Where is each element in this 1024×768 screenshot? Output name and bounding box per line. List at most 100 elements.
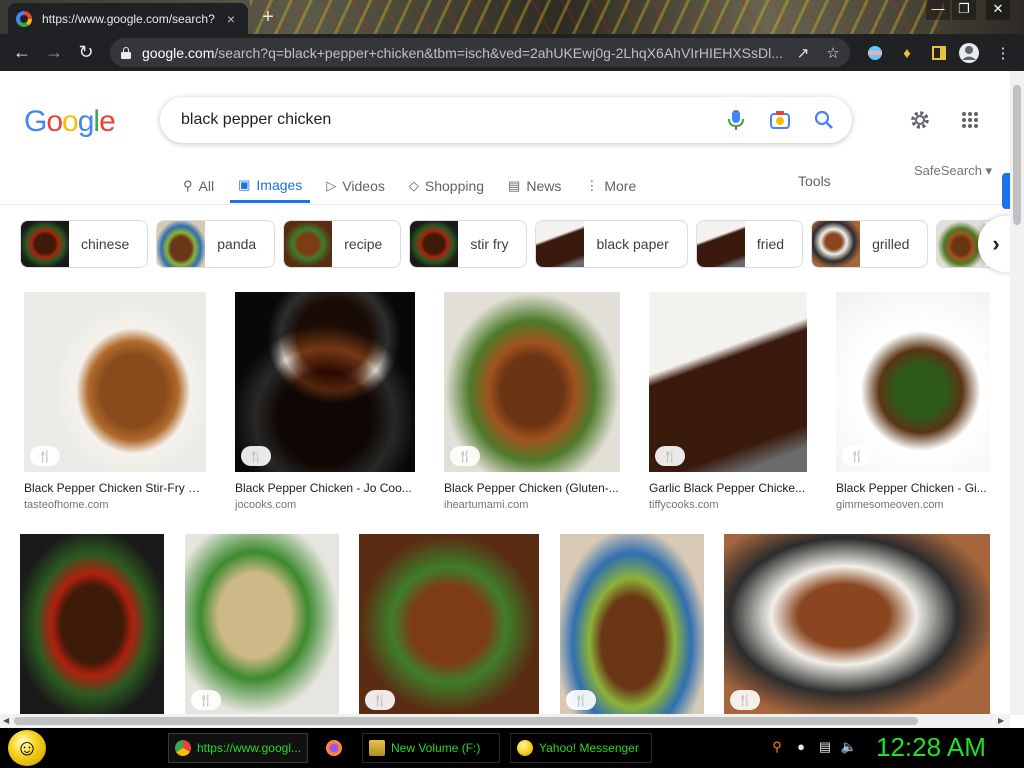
chip-panda[interactable]: panda [156,220,276,268]
result-image[interactable] [649,292,807,472]
search-tray-icon[interactable]: ⚲ [768,739,786,757]
result-image[interactable] [185,534,339,715]
scroll-right-arrow-icon[interactable]: ▶ [998,716,1004,725]
close-window-button[interactable]: ✕ [986,0,1010,20]
taskbar-item-firefox[interactable] [320,733,356,763]
voice-search-mic-icon[interactable] [714,98,758,142]
search-box[interactable]: black pepper chicken [160,97,852,143]
maximize-button[interactable]: ❐ [952,0,976,20]
chip-thumbnail [696,221,745,267]
result-source[interactable]: jocooks.com [235,499,296,511]
tab-more[interactable]: ⋮ More [577,169,644,203]
taskbar-item-yahoo-messenger[interactable]: Yahoo! Messenger [510,733,652,763]
address-bar[interactable]: google.com /search?q=black+pepper+chicke… [110,38,850,67]
image-result[interactable]: 🍴 Garlic Black Pepper Chicke... tiffycoo… [649,292,807,512]
lens-camera-icon[interactable] [758,98,802,142]
sign-in-button-edge[interactable] [1002,173,1010,209]
result-image[interactable] [444,292,620,472]
result-source[interactable]: iheartumami.com [444,499,528,511]
tab-videos[interactable]: ▷ Videos [318,169,393,203]
image-result[interactable] [20,534,164,715]
image-result[interactable]: 🍴 [560,534,704,715]
chip-grilled[interactable]: grilled [811,220,929,268]
chip-fried[interactable]: fried [695,220,804,268]
back-arrow-icon[interactable]: ← [6,37,38,69]
google-logo[interactable]: Google [24,105,116,139]
taskbar-clock[interactable]: 12:28 AM [876,732,986,763]
browser-menu-icon[interactable]: ⋮ [992,42,1014,64]
image-result[interactable]: 🍴 [185,534,339,715]
forward-arrow-icon[interactable]: → [38,37,70,69]
tools-button[interactable]: Tools [798,173,831,189]
result-image[interactable] [359,534,539,715]
result-title[interactable]: Black Pepper Chicken (Gluten-... [444,481,620,495]
side-panel-icon[interactable] [928,42,950,64]
tab-news[interactable]: ▤ News [500,169,569,203]
chip-thumbnail [157,221,206,267]
image-result[interactable]: 🍴 Black Pepper Chicken (Gluten-... ihear… [444,292,620,512]
reload-icon[interactable]: ↻ [70,37,102,69]
image-result[interactable]: 🍴 Black Pepper Chicken Stir-Fry R... tas… [24,292,206,512]
image-result[interactable]: 🍴 Black Pepper Chicken - Jo Coo... jocoo… [235,292,415,512]
image-result[interactable]: 🍴 Black Pepper Chicken - Gi... gimmesome… [836,292,990,512]
safesearch-dropdown[interactable]: SafeSearch ▾ [914,163,992,179]
share-icon[interactable]: ↗ [792,42,814,64]
result-title[interactable]: Garlic Black Pepper Chicke... [649,481,807,495]
extensions-puzzle-icon[interactable]: ♦ [896,42,918,64]
result-image[interactable] [836,292,990,472]
tab-label: More [604,178,637,194]
chip-thumbnail [21,221,69,267]
tab-images[interactable]: ▣ Images [230,169,311,203]
chip-black-paper[interactable]: black paper [535,220,688,268]
result-image[interactable] [560,534,704,715]
recipe-badge-icon: 🍴 [566,690,596,710]
result-image[interactable] [724,534,990,715]
browser-tab[interactable]: https://www.google.com/search? × [8,3,248,34]
taskbar-item-label: Yahoo! Messenger [539,741,639,755]
image-result[interactable]: 🍴 [359,534,539,715]
chip-thumbnail [284,221,333,267]
extension-flag-icon[interactable] [864,42,886,64]
result-source[interactable]: tiffycooks.com [649,499,719,511]
result-source[interactable]: gimmesomeoven.com [836,499,944,511]
bookmark-star-icon[interactable]: ☆ [822,42,844,64]
image-result[interactable]: 🍴 [724,534,990,715]
profile-avatar-icon[interactable] [958,42,980,64]
google-apps-grid-icon[interactable] [958,108,982,132]
url-host: google.com [142,44,215,61]
settings-gear-icon[interactable] [908,108,932,132]
chip-stir-fry[interactable]: stir fry [409,220,528,268]
logo-letter: o [46,105,63,138]
volume-icon[interactable]: 🔈 [840,739,858,757]
logo-letter: g [77,105,95,138]
taskbar-item-explorer[interactable]: New Volume (F:) [362,733,500,763]
horizontal-scroll-thumb[interactable] [14,717,918,725]
horizontal-scrollbar[interactable]: ◀ ▶ [0,714,1010,728]
tray-circle-icon[interactable]: ● [792,739,810,757]
result-image[interactable] [235,292,415,472]
result-source[interactable]: tasteofhome.com [24,499,108,511]
tab-label: News [526,178,562,194]
result-image[interactable] [24,292,206,472]
tab-all[interactable]: ⚲ All [175,169,222,203]
minimize-button[interactable]: — [926,0,950,20]
chip-label: black paper [596,236,669,252]
search-input[interactable]: black pepper chicken [181,111,714,129]
chip-chinese[interactable]: chinese [20,220,149,268]
result-image[interactable] [20,534,164,715]
result-title[interactable]: Black Pepper Chicken - Jo Coo... [235,481,415,495]
search-submit-icon[interactable] [802,98,846,142]
result-title[interactable]: Black Pepper Chicken Stir-Fry R... [24,481,206,495]
vertical-scrollbar[interactable] [1010,71,1024,715]
result-title[interactable]: Black Pepper Chicken - Gi... [836,481,990,495]
taskbar-item-chrome[interactable]: https://www.googl... [168,733,308,763]
network-icon[interactable]: ▤ [816,739,834,757]
tab-close-icon[interactable]: × [222,11,240,27]
new-tab-button[interactable]: + [256,6,280,29]
chip-thumbnail [812,221,861,267]
scroll-left-arrow-icon[interactable]: ◀ [3,716,9,725]
chip-recipe[interactable]: recipe [283,220,402,268]
tab-shopping[interactable]: ◇ Shopping [401,169,492,203]
vertical-scroll-thumb[interactable] [1013,85,1021,225]
start-button-smiley-icon[interactable]: ☺ [8,730,46,766]
